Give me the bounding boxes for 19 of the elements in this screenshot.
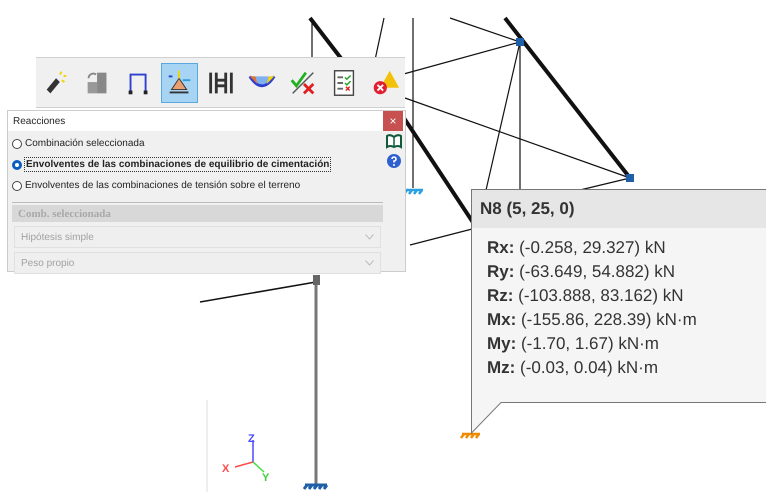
node-marker bbox=[516, 38, 524, 46]
node-marker bbox=[626, 174, 634, 182]
chevron-icon bbox=[365, 234, 374, 240]
reaction-value: Mz: (-0.03, 0.04) kN·m bbox=[487, 357, 659, 379]
panel-title: Reacciones bbox=[13, 116, 66, 126]
reaction-value: Rx: (-0.258, 29.327) kN bbox=[487, 237, 667, 259]
toolbar-button[interactable] bbox=[161, 62, 198, 102]
support-icon bbox=[460, 432, 482, 440]
node-title: N8 (5, 25, 0) bbox=[472, 190, 766, 228]
reaction-value: Ry: (-63.649, 54.882) kN bbox=[487, 261, 676, 283]
reaction-value: Rz: (-103.888, 83.162) kN bbox=[487, 285, 685, 307]
reaction-value: Mx: (-155.86, 228.39) kN·m bbox=[487, 309, 698, 331]
support-icon bbox=[302, 484, 328, 490]
help-icon[interactable] bbox=[386, 153, 402, 169]
reaction-value: My: (-1.70, 1.67) kN·m bbox=[487, 333, 660, 355]
chevron-icon bbox=[365, 260, 374, 266]
node-marker bbox=[313, 275, 320, 285]
book-icon[interactable] bbox=[386, 133, 402, 149]
axis-triad-drawing: Z X Y bbox=[222, 433, 270, 484]
